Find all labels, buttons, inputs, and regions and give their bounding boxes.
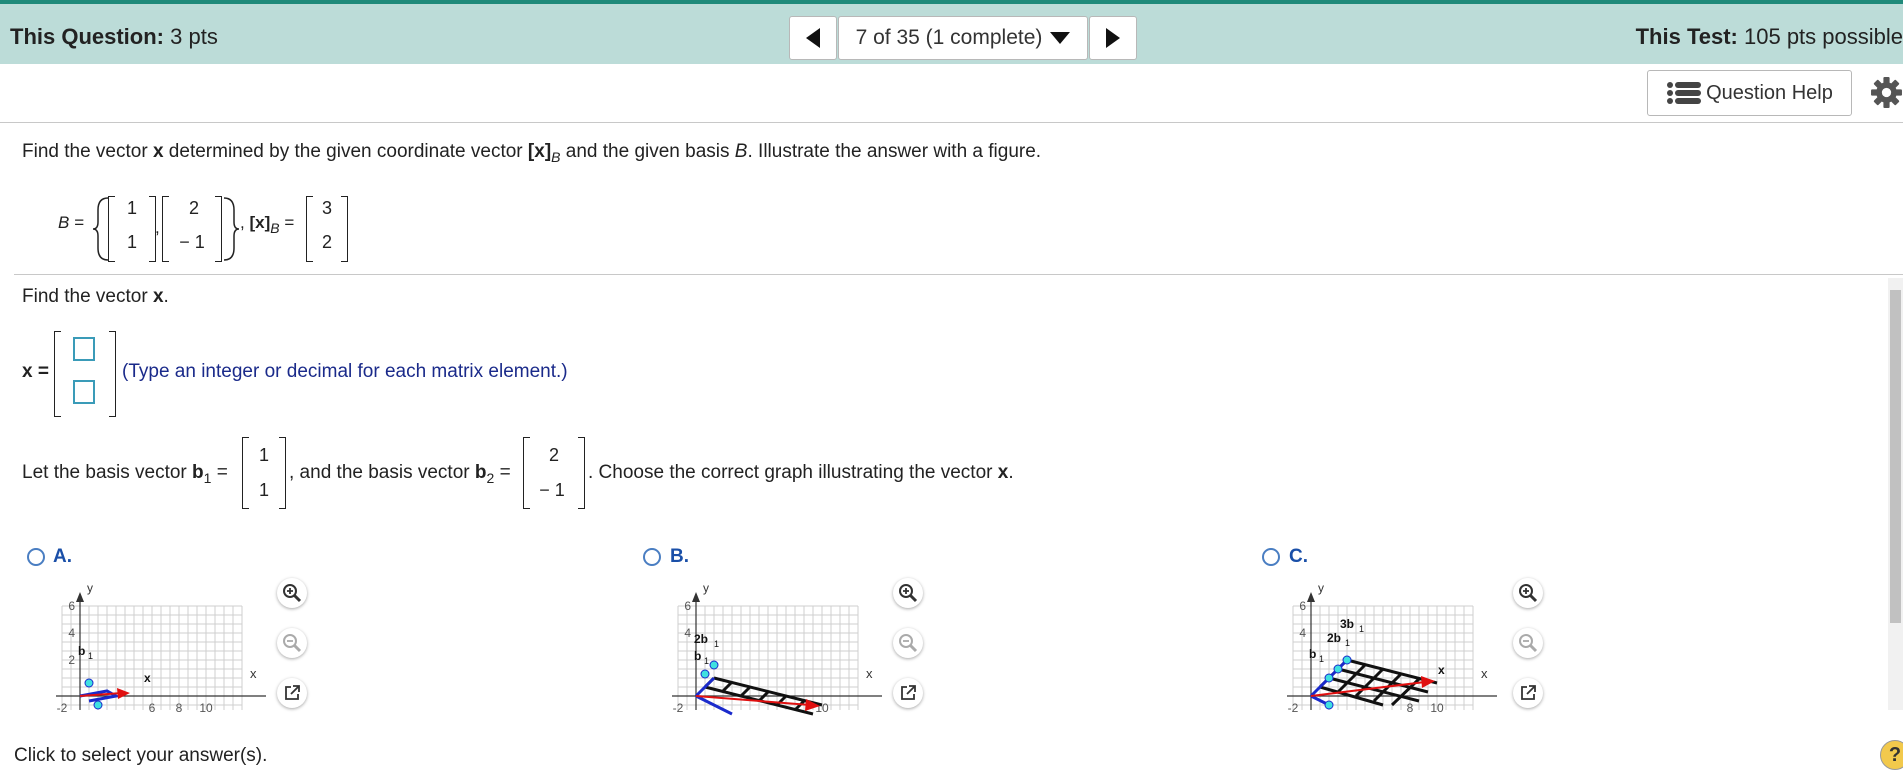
coord-label: , [x]B = xyxy=(240,213,295,236)
question-help-button[interactable]: Question Help xyxy=(1647,70,1852,116)
svg-text:x: x xyxy=(1438,663,1445,677)
option-b-radio[interactable] xyxy=(643,548,661,566)
svg-text:b: b xyxy=(694,649,701,663)
gear-icon[interactable] xyxy=(1870,76,1903,109)
zoom-out-button[interactable] xyxy=(277,628,307,658)
svg-text:-2: -2 xyxy=(57,701,68,715)
zoom-out-icon xyxy=(1519,634,1538,653)
svg-text:2b: 2b xyxy=(694,632,708,646)
header-bar: This Question: 3 pts 7 of 35 (1 complete… xyxy=(0,4,1903,64)
part2-text-3: . Choose the correct graph illustrating … xyxy=(588,462,1014,483)
zoom-in-button[interactable] xyxy=(1513,578,1543,608)
arrow-right-icon xyxy=(1106,28,1120,48)
arrow-left-icon xyxy=(806,28,820,48)
popout-button[interactable] xyxy=(1513,678,1543,708)
svg-text:1: 1 xyxy=(704,656,709,666)
previous-question-button[interactable] xyxy=(789,16,837,60)
svg-text:10: 10 xyxy=(199,701,213,715)
zoom-out-icon xyxy=(283,634,302,653)
b2-vector: 2 − 1 xyxy=(523,437,585,509)
svg-text:y: y xyxy=(703,581,709,595)
svg-text:10: 10 xyxy=(1430,701,1444,715)
svg-text:1: 1 xyxy=(1319,654,1324,664)
svg-text:4: 4 xyxy=(1299,626,1306,640)
option-b-label[interactable]: B. xyxy=(670,546,689,568)
svg-text:8: 8 xyxy=(176,701,183,715)
part2-text-1: Let the basis vector b1 = xyxy=(22,462,228,486)
popout-button[interactable] xyxy=(893,678,923,708)
zoom-in-icon xyxy=(283,584,302,603)
divider xyxy=(14,274,1903,275)
external-link-icon xyxy=(901,685,916,700)
svg-text:-2: -2 xyxy=(673,701,684,715)
next-question-button[interactable] xyxy=(1089,16,1137,60)
svg-text:1: 1 xyxy=(1359,624,1364,634)
comma: , xyxy=(155,218,160,237)
problem-prompt: Find the vector x determined by the give… xyxy=(22,141,1042,165)
answer-input-1[interactable] xyxy=(73,337,95,361)
svg-text:6: 6 xyxy=(1299,599,1306,613)
answer-input-2[interactable] xyxy=(73,380,95,404)
svg-text:x: x xyxy=(866,666,873,681)
external-link-icon xyxy=(285,685,300,700)
zoom-out-button[interactable] xyxy=(1513,628,1543,658)
svg-text:4: 4 xyxy=(68,626,75,640)
basis-vector-1: 1 1 xyxy=(108,196,156,262)
svg-text:4: 4 xyxy=(684,626,691,640)
svg-text:6: 6 xyxy=(684,599,691,613)
svg-text:2: 2 xyxy=(68,653,75,667)
svg-text:y: y xyxy=(1318,581,1324,595)
part2-text-2: , and the basis vector b2 = xyxy=(289,462,511,486)
zoom-out-icon xyxy=(899,634,918,653)
svg-text:-2: -2 xyxy=(1288,701,1299,715)
external-link-icon xyxy=(1521,685,1536,700)
zoom-out-button[interactable] xyxy=(893,628,923,658)
svg-text:3b: 3b xyxy=(1340,617,1354,631)
footer-instruction: Click to select your answer(s). xyxy=(14,745,268,766)
option-a-radio[interactable] xyxy=(27,548,45,566)
svg-text:1: 1 xyxy=(88,651,93,661)
svg-text:2b: 2b xyxy=(1327,631,1341,645)
option-c-radio[interactable] xyxy=(1262,548,1280,566)
b1-vector: 1 1 xyxy=(242,437,286,509)
svg-text:1: 1 xyxy=(714,639,719,649)
graph-option-b[interactable]: y x 6 4 -2 10 2b 1 b 1 xyxy=(668,578,882,716)
scrollbar[interactable] xyxy=(1888,278,1903,710)
b1-label: b xyxy=(78,644,85,658)
option-a-label[interactable]: A. xyxy=(53,546,72,568)
svg-text:1: 1 xyxy=(1345,638,1350,648)
basis-vector-2: 2 − 1 xyxy=(162,196,222,262)
answer-hint: (Type an integer or decimal for each mat… xyxy=(122,361,568,382)
basis-label: B = xyxy=(58,213,84,232)
answer-label: x = xyxy=(22,361,49,382)
svg-text:b: b xyxy=(1309,647,1316,661)
question-points: This Question: 3 pts xyxy=(10,24,218,49)
zoom-in-icon xyxy=(899,584,918,603)
option-c-label[interactable]: C. xyxy=(1289,546,1308,568)
svg-text:8: 8 xyxy=(1407,701,1414,715)
popout-button[interactable] xyxy=(277,678,307,708)
divider xyxy=(0,122,1903,123)
question-selector[interactable]: 7 of 35 (1 complete) xyxy=(838,16,1088,60)
zoom-in-button[interactable] xyxy=(277,578,307,608)
graph-option-c[interactable]: y x 6 4 -2 8 10 3b 1 2b 1 b 1 x xyxy=(1283,578,1497,716)
svg-text:x: x xyxy=(1481,666,1488,681)
zoom-in-button[interactable] xyxy=(893,578,923,608)
graph-option-a[interactable]: y x 6 4 2 -2 6 8 10 b 1 x xyxy=(52,578,266,716)
help-icon[interactable]: ? xyxy=(1880,740,1903,770)
svg-text:6: 6 xyxy=(68,599,75,613)
part1-instruction: Find the vector x. xyxy=(22,286,169,307)
zoom-in-icon xyxy=(1519,584,1538,603)
coordinate-vector: 3 2 xyxy=(306,196,348,262)
x-axis-label: x xyxy=(250,666,257,681)
svg-text:x: x xyxy=(144,671,151,685)
chevron-down-icon xyxy=(1050,32,1071,44)
test-points: This Test: 105 pts possible xyxy=(1635,24,1903,49)
right-brace xyxy=(223,197,240,261)
svg-text:6: 6 xyxy=(149,701,156,715)
y-axis-label: y xyxy=(87,581,93,595)
list-icon xyxy=(1667,82,1702,104)
